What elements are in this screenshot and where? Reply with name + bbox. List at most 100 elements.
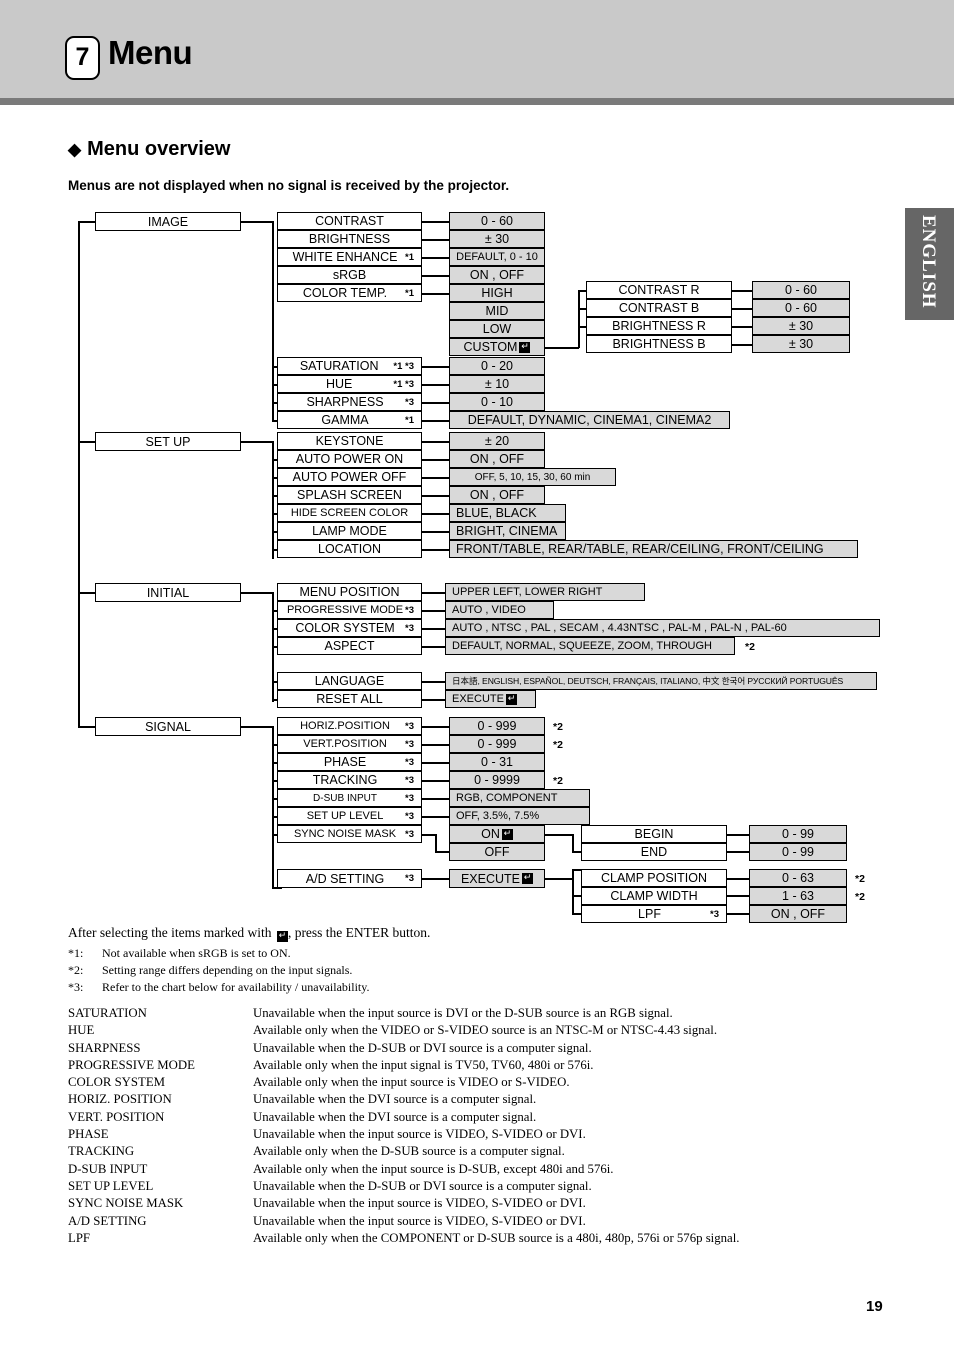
node-label: GAMMA	[321, 413, 369, 427]
tree-node-menu-position[interactable]: MENU POSITION	[277, 583, 422, 601]
tree-node-contrast[interactable]: CONTRAST	[277, 212, 422, 230]
tree-node-horiz-position[interactable]: HORIZ.POSITION *3	[277, 717, 422, 735]
tree-value-sharpness: 0 - 10	[449, 393, 545, 411]
tree-node-ad-setting[interactable]: A/D SETTING *3	[277, 869, 422, 888]
tree-node-color-temp[interactable]: COLOR TEMP. *1	[277, 284, 422, 302]
tree-node-gamma[interactable]: GAMMA *1	[277, 411, 422, 429]
tree-node-initial[interactable]: INITIAL	[95, 583, 241, 602]
tree-node-white-enhance[interactable]: WHITE ENHANCE *1	[277, 248, 422, 266]
tree-node-splash-screen[interactable]: SPLASH SCREEN	[277, 486, 422, 504]
tree-node-clamp-width[interactable]: CLAMP WIDTH	[581, 887, 727, 905]
tree-node-keystone[interactable]: KEYSTONE	[277, 432, 422, 450]
availability-item-text: Available only when the input source is …	[253, 1161, 614, 1176]
tree-node-sharpness[interactable]: SHARPNESS *3	[277, 393, 422, 411]
tree-node-location[interactable]: LOCATION	[277, 540, 422, 558]
aspect-footnote-marker: *2	[745, 641, 755, 653]
tree-node-progressive-mode[interactable]: PROGRESSIVE MODE *3	[277, 601, 422, 619]
tree-node-phase[interactable]: PHASE *3	[277, 753, 422, 771]
tree-connector	[422, 384, 449, 386]
tree-node-brightness-r[interactable]: BRIGHTNESS R	[586, 317, 732, 335]
tree-value-color-temp-custom[interactable]: CUSTOM ↵	[449, 338, 545, 356]
node-footnote-marker: *3	[405, 828, 414, 840]
enter-button-icon: ↵	[519, 341, 531, 353]
tree-value-hide-screen-color: BLUE, BLACK	[449, 504, 566, 522]
tree-value-sync-noise-mask-on[interactable]: ON ↵	[449, 825, 545, 843]
tree-node-auto-power-off[interactable]: AUTO POWER OFF	[277, 468, 422, 486]
tree-node-srgb[interactable]: sRGB	[277, 266, 422, 284]
tree-value-location: FRONT/TABLE, REAR/TABLE, REAR/CEILING, F…	[449, 540, 858, 558]
availability-chart: SATURATION Unavailable when the input sou…	[68, 1005, 868, 1247]
tree-node-saturation[interactable]: SATURATION *1 *3	[277, 357, 422, 375]
node-footnote-marker: *3	[405, 622, 414, 634]
tree-connector	[732, 290, 752, 292]
tree-node-language[interactable]: LANGUAGE	[277, 672, 422, 690]
tree-value-color-temp-high: HIGH	[449, 284, 545, 302]
tree-node-hide-screen-color[interactable]: HIDE SCREEN COLOR	[277, 504, 422, 522]
node-label: BRIGHTNESS	[308, 232, 391, 246]
tree-connector	[422, 681, 445, 683]
enter-button-icon: ↵	[505, 693, 517, 705]
tree-node-lpf[interactable]: LPF *3	[581, 905, 727, 923]
node-label: VERT.POSITION	[303, 738, 387, 750]
tree-connector	[422, 441, 449, 443]
tree-node-sync-noise-mask[interactable]: SYNC NOISE MASK *3	[277, 825, 422, 843]
node-footnote-marker: *3	[405, 873, 414, 884]
tree-node-lamp-mode[interactable]: LAMP MODE	[277, 522, 422, 540]
tree-connector	[422, 726, 449, 728]
tree-branch-spine-sync	[572, 834, 574, 852]
availability-item-name: HORIZ. POSITION	[68, 1092, 172, 1107]
tree-value-saturation: 0 - 20	[449, 357, 545, 375]
tree-node-brightness[interactable]: BRIGHTNESS	[277, 230, 422, 248]
availability-item-name: SATURATION	[68, 1006, 147, 1020]
footnote-item: *2: Setting range differs depending on t…	[68, 963, 768, 978]
tree-node-aspect[interactable]: ASPECT	[277, 637, 422, 655]
tree-node-begin[interactable]: BEGIN	[581, 825, 727, 843]
tree-node-contrast-b[interactable]: CONTRAST B	[586, 299, 732, 317]
table-row: SET UP LEVEL Unavailable when the D-SUB o…	[68, 1178, 868, 1195]
tree-value-srgb: ON , OFF	[449, 266, 545, 284]
tree-node-tracking[interactable]: TRACKING *3	[277, 771, 422, 789]
tree-connector	[422, 549, 449, 551]
footnote-key: *3:	[68, 980, 84, 994]
tree-node-reset-all[interactable]: RESET ALL	[277, 690, 422, 708]
tree-node-color-system[interactable]: COLOR SYSTEM *3	[277, 619, 422, 637]
tree-node-vert-position[interactable]: VERT.POSITION *3	[277, 735, 422, 753]
tree-connector	[422, 477, 449, 479]
tree-value-language: 日本語, ENGLISH, ESPAÑOL, DEUTSCH, FRANÇAIS…	[445, 672, 877, 690]
availability-item-name: VERT. POSITION	[68, 1109, 165, 1124]
tree-node-clamp-position[interactable]: CLAMP POSITION	[581, 869, 727, 887]
tree-value-auto-power-on: ON , OFF	[449, 450, 545, 468]
tree-value-ad-setting[interactable]: EXECUTE ↵	[449, 869, 545, 888]
footnotes-block: After selecting the items marked with ↵,…	[68, 925, 768, 995]
tree-node-d-sub-input[interactable]: D-SUB INPUT *3	[277, 789, 422, 807]
tree-node-auto-power-on[interactable]: AUTO POWER ON	[277, 450, 422, 468]
node-footnote-marker: *1 *3	[393, 360, 414, 372]
horiz-position-footnote-marker: *2	[553, 721, 563, 733]
tree-connector	[241, 592, 273, 594]
tree-value-auto-power-off: OFF, 5, 10, 15, 30, 60 min	[449, 468, 616, 486]
table-row: SYNC NOISE MASK Unavailable when the inpu…	[68, 1195, 868, 1212]
tree-node-contrast-r[interactable]: CONTRAST R	[586, 281, 732, 299]
table-row: A/D SETTING Unavailable when the input so…	[68, 1213, 868, 1230]
tree-node-image[interactable]: IMAGE	[95, 212, 241, 231]
tree-node-set-up-level[interactable]: SET UP LEVEL *3	[277, 807, 422, 825]
tree-node-setup[interactable]: SET UP	[95, 432, 241, 451]
node-footnote-marker: *3	[405, 774, 414, 786]
tree-connector	[545, 878, 573, 880]
tree-node-brightness-b[interactable]: BRIGHTNESS B	[586, 335, 732, 353]
enter-button-icon: ↵	[522, 873, 534, 884]
tree-connector	[422, 495, 449, 497]
tree-value-sync-noise-mask-off: OFF	[449, 843, 545, 861]
tree-value-end: 0 - 99	[749, 843, 847, 861]
tree-value-menu-position: UPPER LEFT, LOWER RIGHT	[445, 583, 645, 601]
node-footnote-marker: *1	[405, 251, 414, 263]
availability-item-name: LPF	[68, 1230, 91, 1245]
tree-value-brightness-r: ± 30	[752, 317, 850, 335]
tree-value-horiz-position: 0 - 999	[449, 717, 545, 735]
tree-node-hue[interactable]: HUE *1 *3	[277, 375, 422, 393]
page-number: 19	[866, 1298, 883, 1315]
tree-node-signal[interactable]: SIGNAL	[95, 717, 241, 736]
tree-connector	[727, 851, 749, 853]
tree-value-reset-all[interactable]: EXECUTE ↵	[445, 690, 536, 708]
tree-node-end[interactable]: END	[581, 843, 727, 861]
